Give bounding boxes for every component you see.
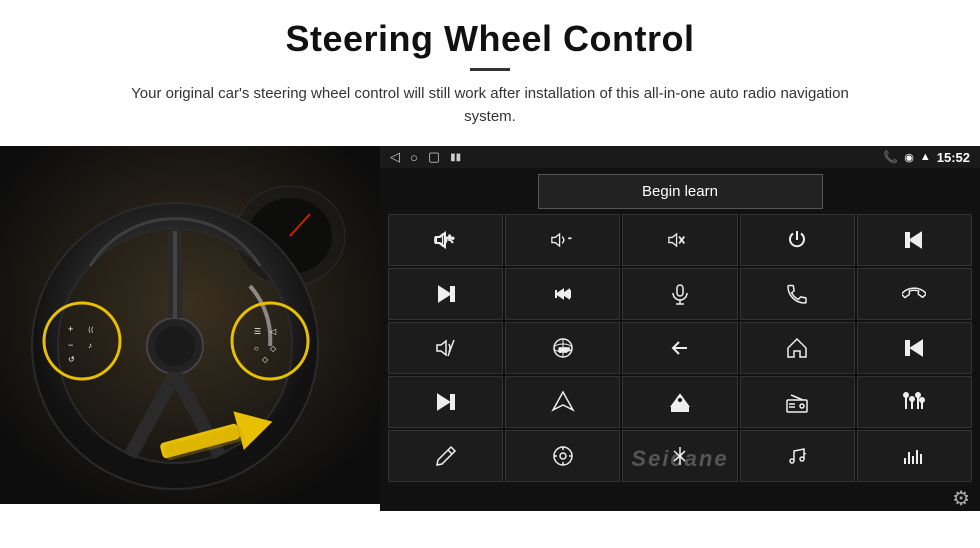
skip-next2-button[interactable] <box>388 376 503 428</box>
hang-up-button[interactable] <box>857 268 972 320</box>
settings-gear-icon[interactable]: ⚙ <box>952 486 970 511</box>
svg-text:⟨⟨: ⟨⟨ <box>88 326 94 334</box>
mute-button[interactable] <box>622 214 737 266</box>
svg-text:☰: ☰ <box>254 327 261 336</box>
content-area: + − ↺ ⟨⟨ ♪ ☰ ◁ ○ ◇ ◇ <box>0 146 980 504</box>
cam-360-button[interactable]: 360° <box>505 322 620 374</box>
status-bar: ◁ ○ ▢ ▮▮ 📞 ◉ ▲ 15:52 <box>380 146 980 168</box>
gps-icon: ◉ <box>904 151 914 164</box>
steering-wheel-image: + − ↺ ⟨⟨ ♪ ☰ ◁ ○ ◇ ◇ <box>0 146 380 504</box>
icon-grid: + <box>384 214 976 482</box>
phone-call-button[interactable] <box>740 268 855 320</box>
title-divider <box>470 68 510 71</box>
begin-learn-button[interactable]: Begin learn <box>538 174 823 209</box>
bluetooth-button[interactable] <box>622 430 737 482</box>
svg-text:↺: ↺ <box>68 355 75 364</box>
wifi-icon: ▲ <box>920 151 931 163</box>
status-right: 📞 ◉ ▲ 15:52 <box>883 150 970 165</box>
radio-button[interactable] <box>740 376 855 428</box>
eq-button[interactable] <box>857 376 972 428</box>
page-title: Steering Wheel Control <box>60 18 920 60</box>
status-left: ◁ ○ ▢ ▮▮ <box>390 149 461 165</box>
speaker-button[interactable] <box>388 322 503 374</box>
home-nav-icon[interactable]: ○ <box>410 150 418 165</box>
header-section: Steering Wheel Control Your original car… <box>0 0 980 138</box>
clock: 15:52 <box>937 150 970 165</box>
android-screen: ◁ ○ ▢ ▮▮ 📞 ◉ ▲ 15:52 <box>380 146 980 504</box>
back-nav-icon[interactable]: ◁ <box>390 149 400 165</box>
vol-down-button[interactable] <box>505 214 620 266</box>
page-wrapper: Steering Wheel Control Your original car… <box>0 0 980 504</box>
power-button[interactable] <box>740 214 855 266</box>
bottom-bar: Seicane ⚙ <box>380 486 980 511</box>
equalizer-bars-button[interactable] <box>857 430 972 482</box>
begin-learn-row: Begin learn <box>384 172 976 211</box>
recents-nav-icon[interactable]: ▢ <box>428 149 440 165</box>
svg-text:♪: ♪ <box>88 341 92 350</box>
fast-forward-button[interactable] <box>505 268 620 320</box>
svg-text:◇: ◇ <box>270 344 277 353</box>
svg-text:◁: ◁ <box>270 327 277 336</box>
svg-text:+: + <box>68 324 73 334</box>
settings-circle-button[interactable] <box>505 430 620 482</box>
back-button[interactable] <box>622 322 737 374</box>
controls-grid: Begin learn + <box>380 168 980 486</box>
phone-icon: 📞 <box>883 150 898 164</box>
pen-button[interactable] <box>388 430 503 482</box>
home-button[interactable] <box>740 322 855 374</box>
svg-text:−: − <box>68 340 73 350</box>
svg-text:○: ○ <box>254 344 259 353</box>
mic-button[interactable] <box>622 268 737 320</box>
music-button[interactable] <box>740 430 855 482</box>
eject-button[interactable] <box>622 376 737 428</box>
subtitle: Your original car's steering wheel contr… <box>115 83 865 128</box>
svg-text:360°: 360° <box>559 348 569 354</box>
prev-track-button[interactable] <box>857 214 972 266</box>
skip-prev-button[interactable] <box>857 322 972 374</box>
svg-text:◇: ◇ <box>262 355 269 364</box>
signal-icon: ▮▮ <box>450 152 461 163</box>
next-track-button[interactable] <box>388 268 503 320</box>
vol-up-button[interactable]: + <box>388 214 503 266</box>
navigation-button[interactable] <box>505 376 620 428</box>
